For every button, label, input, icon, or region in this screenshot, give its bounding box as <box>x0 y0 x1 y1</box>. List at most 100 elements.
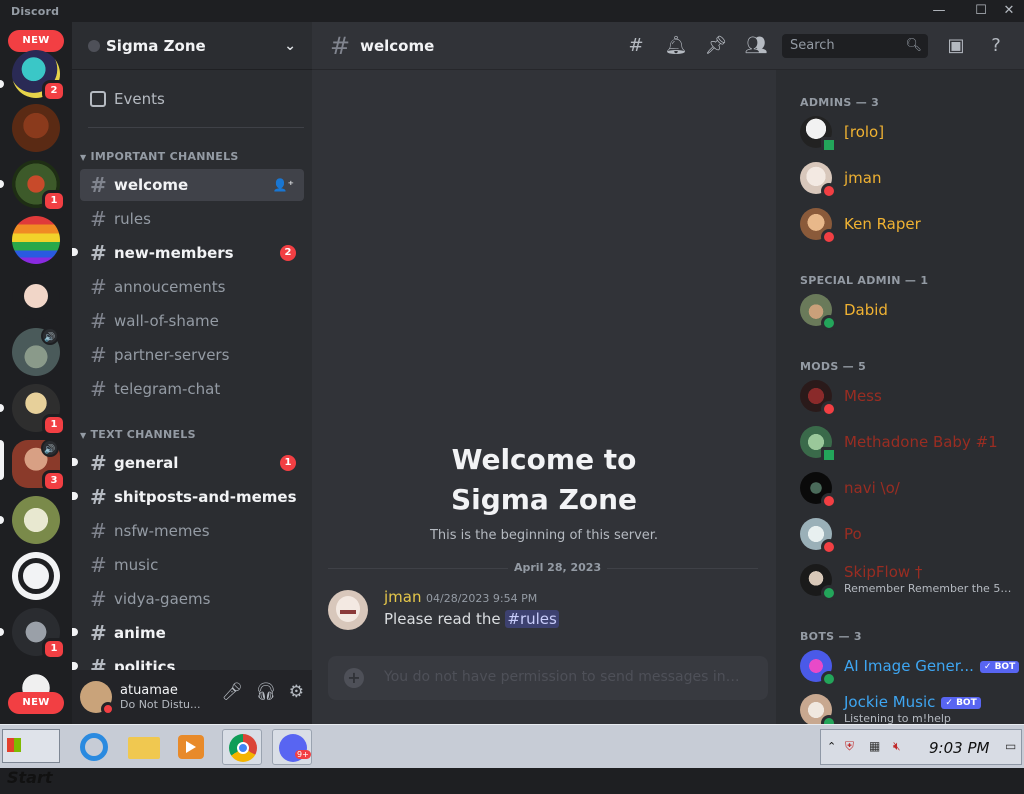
member-item[interactable]: Ken Raper <box>800 204 1020 245</box>
channel-name: rules <box>114 210 151 228</box>
channel-anime[interactable]: # anime <box>80 617 304 649</box>
member-name: Dabid <box>844 301 888 319</box>
network-icon[interactable]: ▦ <box>869 739 880 753</box>
new-unreads-pill-bottom[interactable]: NEW <box>8 692 64 714</box>
member-item[interactable]: AI Image Gener... ✓ BOT <box>800 646 1020 687</box>
channel-name: shitposts-and-memes <box>114 488 297 506</box>
os-taskbar: Start 9+ ⌃ ⛨ ▦ 🔇︎ 9:03 PM ▭ <box>0 724 1024 787</box>
dnd-status-icon <box>821 539 837 555</box>
search-input[interactable]: Search 🔍︎ <box>782 34 928 58</box>
discord-taskbar-icon[interactable]: 9+ <box>272 729 312 765</box>
member-item[interactable]: Po <box>800 514 1020 555</box>
maximize-button[interactable]: ☐ <box>968 2 994 20</box>
media-player-icon[interactable] <box>172 729 212 765</box>
file-explorer-icon[interactable] <box>124 729 164 765</box>
server-icon[interactable] <box>12 104 60 152</box>
chrome-icon[interactable] <box>222 729 262 765</box>
invite-member-icon[interactable]: 👤⁺ <box>273 178 294 192</box>
events-button[interactable]: Events <box>80 82 304 116</box>
nsfw-hash-icon: # <box>90 519 107 543</box>
message-composer[interactable]: + You do not have permission to send mes… <box>328 656 768 700</box>
server-badge: 3 <box>42 470 66 492</box>
start-button[interactable]: Start <box>2 729 60 787</box>
new-unreads-pill-top[interactable]: NEW <box>8 30 64 52</box>
inbox-icon[interactable]: ▣ <box>944 34 968 58</box>
dnd-status-icon <box>821 183 837 199</box>
search-icon: 🔍︎ <box>905 38 922 53</box>
channel-partner-servers[interactable]: # partner-servers <box>80 339 304 371</box>
channel-telegram-chat[interactable]: # telegram-chat <box>80 373 304 405</box>
notifications-icon[interactable]: ▭ <box>1005 739 1016 753</box>
member-item[interactable]: SkipFlow † Remember Remember the 5th of … <box>800 560 1020 601</box>
hash-icon: # <box>90 309 107 333</box>
online-status-icon <box>821 315 837 331</box>
server-header[interactable]: Sigma Zone ⌄ <box>72 22 312 70</box>
category-important-channels[interactable]: ▼ IMPORTANT CHANNELS <box>80 150 239 163</box>
channel-welcome[interactable]: # welcome 👤⁺ <box>80 169 304 201</box>
server-rail: NEW 2 1 🔊 1 🔊 3 1 NEW <box>0 22 72 724</box>
server-icon[interactable] <box>12 216 60 264</box>
channel-music[interactable]: # music <box>80 549 304 581</box>
member-group-header: BOTS — 3 <box>800 630 862 643</box>
member-item[interactable]: Dabid <box>800 290 1020 331</box>
internet-explorer-icon[interactable] <box>74 729 114 765</box>
mobile-status-icon <box>821 447 837 463</box>
channel-shitposts-and-memes[interactable]: # shitposts-and-memes <box>80 481 304 513</box>
channel-name: new-members <box>114 244 234 262</box>
hash-icon: # <box>90 451 107 475</box>
server-icon[interactable] <box>12 272 60 320</box>
member-item[interactable]: navi \o/ <box>800 468 1020 509</box>
channel-name: nsfw-memes <box>114 522 210 540</box>
member-item[interactable]: [rolo] <box>800 112 1020 153</box>
bell-icon[interactable]: 🔔︎ <box>664 34 688 58</box>
user-panel[interactable]: atuamae Do Not Distu... 🎤︎ 🎧︎ ⚙ <box>72 670 312 724</box>
member-list-icon[interactable]: 👥︎ <box>744 34 768 58</box>
online-status-icon <box>821 671 837 687</box>
calendar-icon <box>90 91 106 107</box>
member-name-text: AI Image Gener... <box>844 657 974 675</box>
security-alert-icon[interactable]: ⛨ <box>845 739 854 754</box>
server-icon[interactable] <box>12 552 60 600</box>
threads-icon[interactable]: # <box>624 34 648 58</box>
minimize-button[interactable]: — <box>926 2 952 20</box>
member-item[interactable]: Mess <box>800 376 1020 417</box>
channel-mention-link[interactable]: #rules <box>505 610 559 628</box>
speaker-icon: 🔊 <box>41 327 59 345</box>
channel-name: general <box>114 454 179 472</box>
channel-nsfw-memes[interactable]: # nsfw-memes <box>80 515 304 547</box>
channel-general[interactable]: # general 1 <box>80 447 304 479</box>
close-button[interactable]: ✕ <box>996 2 1022 20</box>
show-hidden-icons[interactable]: ⌃ <box>827 740 836 753</box>
avatar[interactable] <box>80 681 115 716</box>
channel-rules[interactable]: # rules <box>80 203 304 235</box>
member-item[interactable]: Jockie Music ✓ BOT Listening to m!help <box>800 690 1020 724</box>
clock[interactable]: 9:03 PM <box>929 739 989 757</box>
channel-wall-of-shame[interactable]: # wall-of-shame <box>80 305 304 337</box>
channel-vidya-gaems[interactable]: # vidya-gaems <box>80 583 304 615</box>
server-name: Sigma Zone <box>106 36 206 55</box>
unread-indicator <box>0 180 4 188</box>
channel-annoucements[interactable]: # annoucements <box>80 271 304 303</box>
headphones-icon[interactable]: 🎧︎ <box>255 682 277 702</box>
dnd-status-icon <box>101 702 115 716</box>
user-info[interactable]: atuamae Do Not Distu... <box>120 683 201 711</box>
volume-muted-icon[interactable]: 🔇︎ <box>893 739 901 754</box>
server-icon[interactable] <box>12 496 60 544</box>
pin-icon[interactable]: 📌︎ <box>704 34 728 58</box>
help-icon[interactable]: ? <box>984 34 1008 58</box>
member-item[interactable]: jman <box>800 158 1020 199</box>
channel-name: annoucements <box>114 278 226 296</box>
member-group-header: MODS — 5 <box>800 360 867 373</box>
microphone-icon[interactable]: 🎤︎ <box>222 682 244 702</box>
channel-new-members[interactable]: # new-members 2 <box>80 237 304 269</box>
welcome-heading: Welcome to Sigma Zone <box>312 440 776 520</box>
gear-icon[interactable]: ⚙ <box>289 682 304 702</box>
member-name-text: Jockie Music <box>844 693 936 711</box>
category-text-channels[interactable]: ▼ TEXT CHANNELS <box>80 428 196 441</box>
message-author[interactable]: jman <box>384 588 421 606</box>
avatar[interactable] <box>328 590 368 630</box>
user-controls: 🎤︎ 🎧︎ ⚙ <box>222 682 304 702</box>
message[interactable]: jman 04/28/2023 9:54 PM Please read the … <box>328 588 758 638</box>
member-item[interactable]: Methadone Baby #1 <box>800 422 1020 463</box>
welcome-line-2: Sigma Zone <box>450 483 638 516</box>
